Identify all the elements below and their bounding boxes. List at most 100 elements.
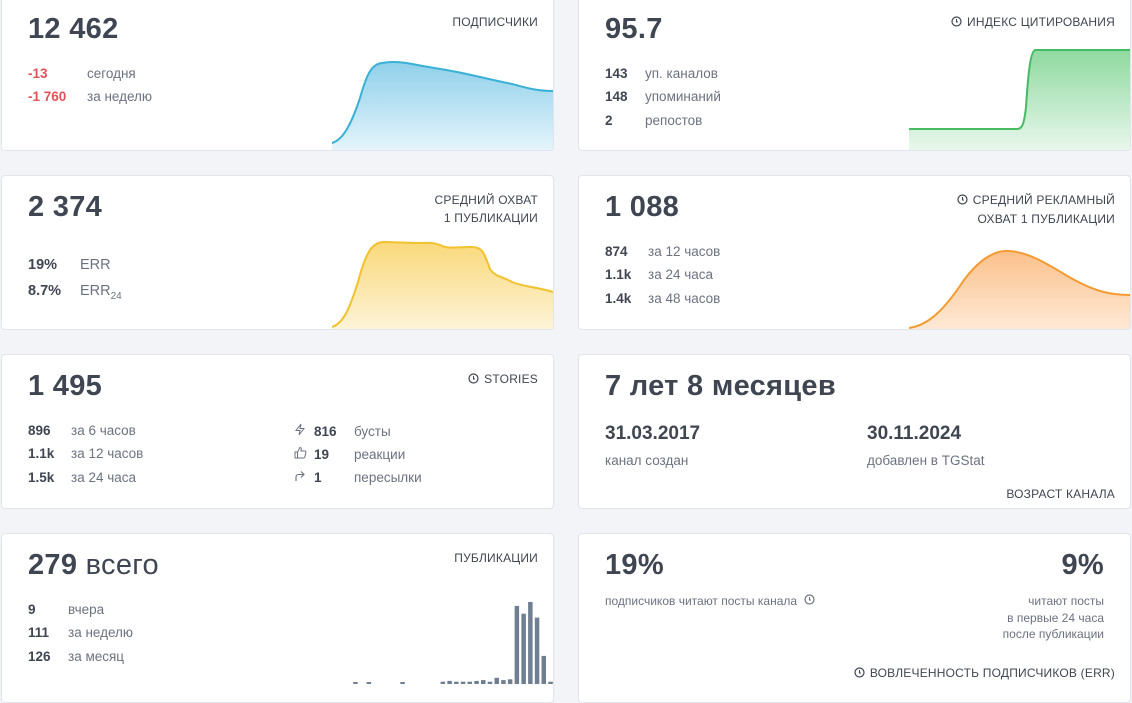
ad-reach-row-value: 1.4k [605, 291, 632, 306]
engagement-right-line2: в первые 24 часа [1007, 610, 1104, 625]
err-value: 19% [28, 257, 58, 273]
ad-reach-label-line1: СРЕДНИЙ РЕКЛАМНЫЙ [972, 193, 1115, 207]
ad-reach-label: СРЕДНИЙ РЕКЛАМНЫЙ ОХВАТ 1 ПУБЛИКАЦИИ [957, 191, 1115, 228]
engagement-left-value: 19% [605, 549, 664, 581]
stories-row-value: 1.1k [28, 446, 55, 461]
engagement-left-wrap: подписчиков читают посты канала [605, 593, 815, 610]
publication-bar [521, 613, 526, 684]
citation-row-label: репостов [645, 113, 703, 128]
forwards-label: пересылки [354, 470, 422, 485]
stories-value: 1 495 [28, 370, 103, 402]
citation-row-value: 148 [605, 89, 628, 104]
reactions-value: 19 [314, 447, 330, 462]
boosts-label: бусты [354, 424, 391, 439]
citation-row-value: 2 [605, 113, 613, 128]
citation-row-label: уп. каналов [645, 66, 718, 81]
publications-suffix: всего [85, 549, 159, 581]
engagement-label: ВОВЛЕЧЕННОСТЬ ПОДПИСЧИКОВ (ERR) [869, 666, 1115, 680]
err-label: ERR [80, 257, 111, 273]
publication-bar [528, 602, 533, 684]
engagement-right-line3: после публикации [1002, 627, 1104, 641]
publications-value: 279 всего [28, 549, 159, 582]
created-date: 31.03.2017 [605, 423, 701, 444]
subscribers-count: 12 462 [28, 13, 119, 45]
engagement-left-label: подписчиков читают посты канала [605, 594, 798, 608]
err24-value: 8.7% [28, 283, 62, 299]
publications-row-label: вчера [68, 602, 105, 617]
ad-reach-row-label: за 24 часа [648, 267, 714, 282]
reach-sparkline [332, 240, 553, 329]
stories-row-label: за 24 часа [71, 470, 137, 485]
ad-reach-row-label: за 12 часов [648, 244, 721, 259]
lightning-icon [294, 423, 314, 439]
stories-row-label: за 6 часов [71, 423, 136, 438]
reach-label-line1: СРЕДНИЙ ОХВАТ [434, 193, 538, 207]
ad-reach-row-value: 874 [605, 244, 628, 259]
ad-reach-sparkline [909, 249, 1130, 329]
stories-label: STORIES [484, 372, 538, 386]
engagement-right-label: читают посты в первые 24 часа после публ… [1003, 593, 1104, 643]
boosts-value: 816 [314, 424, 337, 439]
publications-label: ПУБЛИКАЦИИ [454, 551, 538, 565]
citation-label-wrap: ИНДЕКС ЦИТИРОВАНИЯ [951, 13, 1115, 32]
engagement-label-wrap: ВОВЛЕЧЕННОСТЬ ПОДПИСЧИКОВ (ERR) [854, 664, 1115, 683]
publications-row-value: 111 [28, 625, 50, 640]
ad-reach-row-label: за 48 часов [648, 291, 721, 306]
publications-row-label: за неделю [68, 625, 134, 640]
subscribers-label: ПОДПИСЧИКИ [452, 15, 538, 29]
channel-age-card[interactable]: 7 лет 8 месяцев 31.03.2017 канал создан … [578, 354, 1131, 509]
citation-card[interactable]: 95.7 ИНДЕКС ЦИТИРОВАНИЯ 143 уп. каналов 1… [578, 0, 1131, 151]
thumbs-up-icon [294, 446, 314, 462]
channel-age-value: 7 лет 8 месяцев [605, 370, 836, 402]
info-icon[interactable] [854, 665, 865, 683]
subscribers-week-value: -1 760 [28, 89, 67, 104]
reactions-label: реакции [354, 447, 406, 462]
info-icon[interactable] [951, 14, 962, 32]
share-arrow-icon [294, 470, 314, 485]
subscribers-sparkline [332, 60, 553, 150]
added-label: добавлен в TGStat [867, 453, 985, 468]
added-date: 30.11.2024 [867, 423, 962, 444]
forwards-value: 1 [314, 470, 322, 485]
publication-bar [534, 617, 540, 684]
publications-row-label: за месяц [68, 649, 125, 664]
publications-row-value: 9 [28, 602, 36, 617]
publication-bar [541, 655, 546, 684]
publications-card[interactable]: 279 всего ПУБЛИКАЦИИ 9 вчера 111 за неделю… [1, 533, 554, 703]
ad-reach-label-line2: ОХВАТ 1 ПУБЛИКАЦИИ [977, 212, 1115, 226]
citation-index-value: 95.7 [605, 13, 663, 45]
publications-count: 279 [28, 549, 78, 581]
publication-bar [481, 680, 486, 684]
subscribers-today-value: -13 [28, 66, 48, 81]
err24-label: ERR24 [80, 283, 122, 302]
citation-label: ИНДЕКС ЦИТИРОВАНИЯ [967, 15, 1115, 29]
created-label: канал создан [605, 453, 689, 468]
info-icon[interactable] [804, 594, 815, 608]
citation-row-label: упоминаний [645, 89, 721, 104]
publication-bar [514, 605, 520, 684]
err24-subscript: 24 [110, 290, 122, 302]
stories-row-value: 1.5k [28, 470, 55, 485]
reach-value: 2 374 [28, 191, 103, 223]
channel-age-label: ВОЗРАСТ КАНАЛА [1006, 487, 1115, 501]
subscribers-week-label: за неделю [87, 89, 153, 104]
engagement-card[interactable]: 19% 9% подписчиков читают посты канала ч… [578, 533, 1131, 703]
publication-bar [494, 677, 499, 684]
info-icon[interactable] [957, 192, 968, 210]
reach-label-line2: 1 ПУБЛИКАЦИИ [443, 211, 538, 225]
reach-label: СРЕДНИЙ ОХВАТ 1 ПУБЛИКАЦИИ [435, 191, 538, 227]
stories-row-value: 896 [28, 423, 51, 438]
publications-row-value: 126 [28, 649, 51, 664]
reach-card[interactable]: 2 374 СРЕДНИЙ ОХВАТ 1 ПУБЛИКАЦИИ 19% ERR … [1, 175, 554, 330]
citation-row-value: 143 [605, 66, 628, 81]
stories-row-label: за 12 часов [71, 446, 144, 461]
subscribers-card[interactable]: 12 462 ПОДПИСЧИКИ -13 сегодня -1 760 за не… [1, 0, 554, 151]
stories-card[interactable]: 1 495 STORIES 896 за 6 часов 1.1k за 12 ча… [1, 354, 554, 509]
stories-label-wrap: STORIES [468, 370, 538, 389]
ad-reach-value: 1 088 [605, 191, 680, 223]
info-icon[interactable] [468, 371, 479, 389]
ad-reach-card[interactable]: 1 088 СРЕДНИЙ РЕКЛАМНЫЙ ОХВАТ 1 ПУБЛИКАЦ… [578, 175, 1131, 330]
subscribers-today-label: сегодня [87, 66, 136, 81]
engagement-right-line1: читают посты [1028, 594, 1104, 608]
citation-sparkline [909, 49, 1130, 150]
